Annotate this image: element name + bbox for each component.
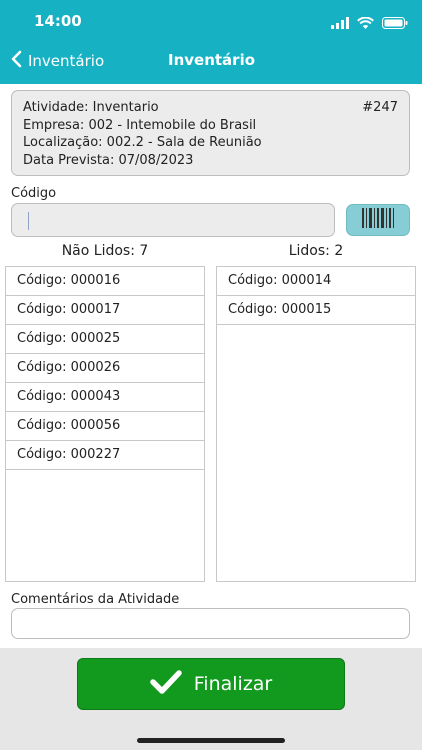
list-item[interactable]: Código: 000017 (6, 296, 204, 325)
status-icons (331, 14, 408, 33)
lidos-list[interactable]: Código: 000014 Código: 000015 (216, 266, 416, 582)
activity-name: Atividade: Inventario (23, 100, 159, 115)
nao-lidos-list[interactable]: Código: 000016 Código: 000017 Código: 00… (5, 266, 205, 582)
activity-company: Empresa: 002 - Intemobile do Brasil (23, 117, 257, 133)
list-item[interactable]: Código: 000056 (6, 412, 204, 441)
comentarios-input[interactable] (11, 608, 410, 639)
home-indicator (137, 738, 285, 743)
wifi-icon (357, 14, 374, 33)
signal-icon (331, 14, 349, 33)
activity-location: Localização: 002.2 - Sala de Reunião (23, 135, 262, 150)
barcode-icon (361, 207, 395, 233)
scan-barcode-button[interactable] (346, 204, 410, 236)
list-item[interactable]: Código: 000015 (217, 296, 415, 325)
list-item[interactable]: Código: 000014 (217, 267, 415, 296)
lidos-heading: Lidos: 2 (288, 243, 344, 259)
finalizar-button[interactable]: Finalizar (77, 658, 345, 710)
finalizar-button-label: Finalizar (193, 673, 273, 695)
codigo-input[interactable] (11, 203, 335, 237)
back-button-label: Inventário (28, 52, 105, 70)
nao-lidos-heading: Não Lidos: 7 (61, 243, 149, 259)
list-item[interactable]: Código: 000026 (6, 354, 204, 383)
back-button[interactable]: Inventário (10, 50, 104, 72)
activity-due-date: Data Prevista: 07/08/2023 (23, 152, 194, 168)
activity-number: #247 (362, 100, 398, 115)
list-item[interactable]: Código: 000227 (6, 441, 204, 470)
battery-icon (382, 14, 408, 33)
chevron-left-icon (10, 50, 22, 72)
list-item[interactable]: Código: 000043 (6, 383, 204, 412)
text-caret (28, 212, 29, 230)
list-item[interactable]: Código: 000016 (6, 267, 204, 296)
comentarios-label: Comentários da Atividade (11, 592, 180, 607)
list-item[interactable]: Código: 000025 (6, 325, 204, 354)
checkmark-icon (150, 669, 182, 700)
top-bar: 14:00 Inventário Inventário (0, 0, 422, 84)
page-title: Inventário (168, 51, 256, 69)
codigo-label: Código (11, 186, 57, 201)
activity-info-card: Atividade: Inventario #247 Empresa: 002 … (11, 90, 410, 176)
status-time: 14:00 (34, 12, 82, 30)
